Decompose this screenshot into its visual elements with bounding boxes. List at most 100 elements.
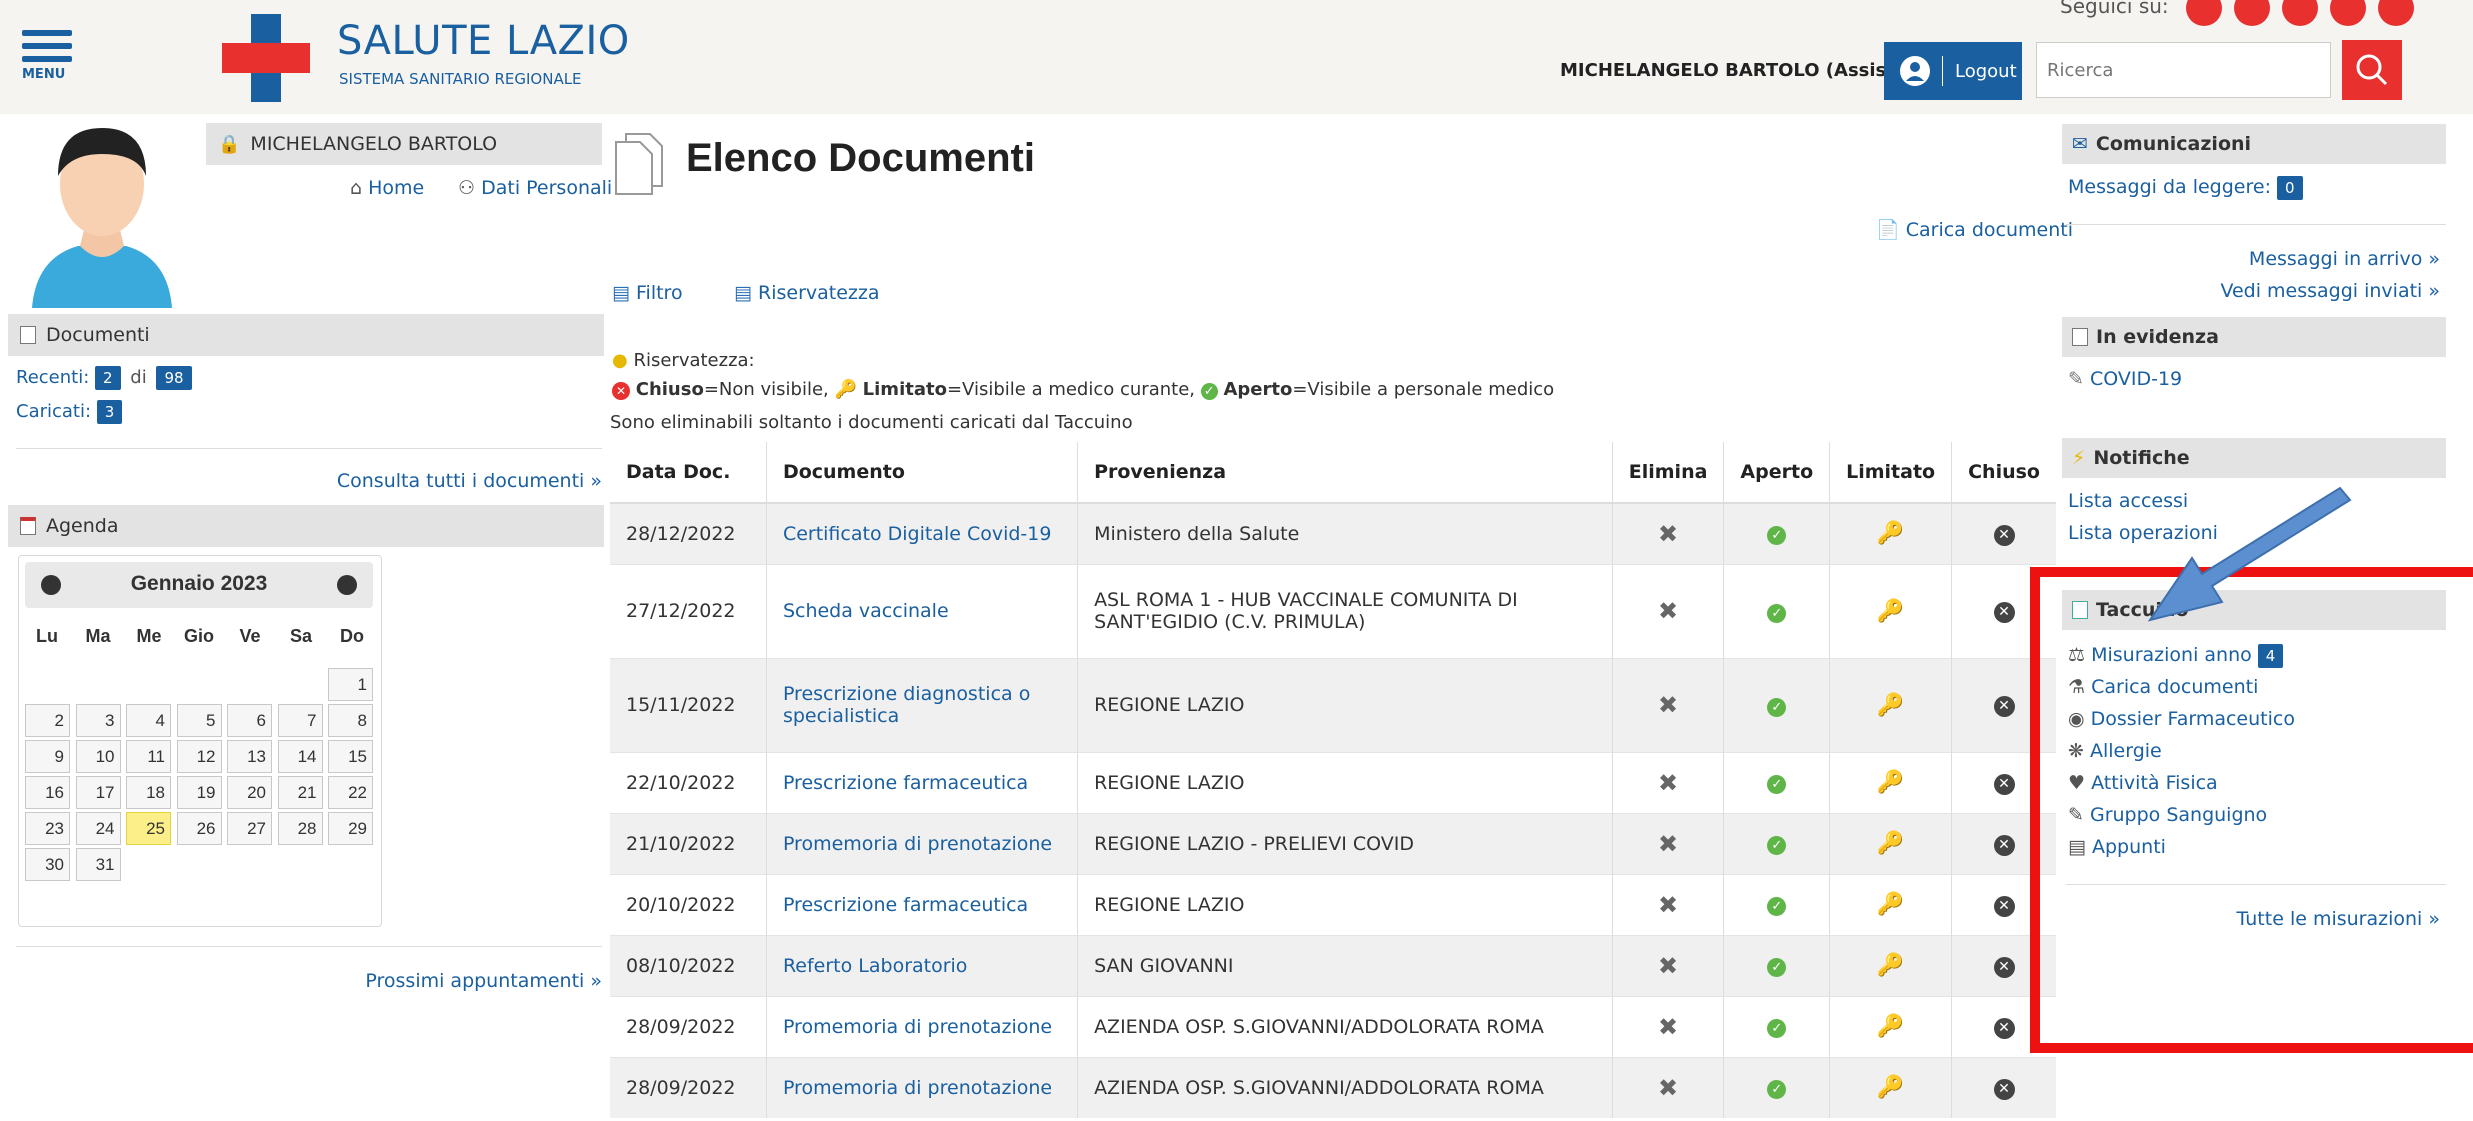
limited-key-icon[interactable]: 🔑: [1877, 521, 1904, 546]
youtube-icon[interactable]: [2378, 0, 2414, 26]
calendar-day[interactable]: 5: [176, 704, 222, 737]
closed-x-icon[interactable]: ✕: [1993, 524, 2015, 546]
closed-x-icon[interactable]: ✕: [1993, 602, 2015, 623]
calendar-day[interactable]: 6: [227, 704, 272, 737]
delete-icon[interactable]: ✖: [1658, 1074, 1678, 1102]
calendar-day[interactable]: 12: [176, 740, 222, 773]
open-check-icon[interactable]: ✓: [1767, 897, 1787, 916]
calendar-day[interactable]: 27: [227, 812, 272, 845]
calendar-day[interactable]: 19: [176, 776, 222, 809]
calendar-day[interactable]: 31: [75, 848, 121, 881]
calendar-day[interactable]: 28: [277, 812, 323, 845]
limited-key-icon[interactable]: 🔑: [1877, 892, 1904, 917]
delete-icon[interactable]: ✖: [1658, 520, 1678, 548]
closed-x-icon[interactable]: ✕: [1993, 834, 2015, 856]
calendar-day[interactable]: 20: [227, 776, 272, 809]
limited-key-icon[interactable]: 🔑: [1877, 953, 1904, 978]
calendar-day[interactable]: 30: [25, 848, 70, 881]
open-check-icon[interactable]: ✓: [1767, 526, 1787, 546]
facebook-icon[interactable]: [2186, 0, 2222, 26]
open-check-icon[interactable]: ✓: [1767, 1019, 1787, 1038]
unread-messages-row[interactable]: Messaggi da leggere: 0: [2068, 176, 2303, 200]
home-link[interactable]: ⌂ Home: [350, 177, 424, 199]
doc-title-link[interactable]: Promemoria di prenotazione: [766, 1056, 1079, 1118]
filter-link[interactable]: ▤ Filtro: [612, 282, 683, 304]
calendar-day[interactable]: 22: [328, 776, 373, 809]
sent-messages-link[interactable]: Vedi messaggi inviati »: [2066, 280, 2440, 302]
delete-icon[interactable]: ✖: [1658, 830, 1678, 858]
personal-data-link[interactable]: ⚇ Dati Personali: [458, 177, 612, 199]
doc-title-link[interactable]: Prescrizione farmaceutica: [766, 873, 1079, 935]
open-check-icon[interactable]: ✓: [1767, 958, 1787, 977]
covid-link[interactable]: ✎ COVID-19: [2068, 368, 2182, 390]
calendar-day[interactable]: 17: [75, 776, 121, 809]
doc-title-link[interactable]: Promemoria di prenotazione: [766, 812, 1079, 874]
calendar-day[interactable]: 11: [126, 740, 171, 773]
total-count-badge[interactable]: 98: [156, 366, 192, 390]
doc-title-link[interactable]: Scheda vaccinale: [766, 563, 1079, 658]
open-check-icon[interactable]: ✓: [1767, 1080, 1787, 1100]
closed-x-icon[interactable]: ✕: [1993, 696, 2015, 717]
menu-button[interactable]: MENU: [22, 30, 72, 82]
closed-x-icon[interactable]: ✕: [1993, 773, 2015, 795]
delete-icon[interactable]: ✖: [1658, 691, 1678, 719]
all-documents-link[interactable]: Consulta tutti i documenti »: [16, 470, 602, 492]
doc-title-link[interactable]: Prescrizione diagnostica o specialistica: [766, 657, 1079, 752]
search-button[interactable]: [2342, 40, 2402, 100]
calendar-day[interactable]: 9: [25, 740, 70, 773]
delete-icon[interactable]: ✖: [1658, 952, 1678, 980]
limited-key-icon[interactable]: 🔑: [1877, 1014, 1904, 1039]
column-header[interactable]: Provenienza: [1077, 442, 1613, 504]
instagram-icon[interactable]: [2330, 0, 2366, 26]
search-input[interactable]: [2036, 42, 2331, 98]
closed-x-icon[interactable]: ✕: [1993, 956, 2015, 978]
calendar-day[interactable]: 15: [328, 740, 373, 773]
recent-count-badge[interactable]: 2: [95, 366, 121, 390]
limited-key-icon[interactable]: 🔑: [1877, 1075, 1904, 1100]
upload-documents-link[interactable]: 📄 Carica documenti: [1876, 218, 2073, 241]
column-header[interactable]: Data Doc.: [610, 442, 767, 504]
googleplus-icon[interactable]: [2282, 0, 2318, 26]
logout-button[interactable]: Logout: [1884, 42, 2022, 100]
next-appointments-link[interactable]: Prossimi appuntamenti »: [16, 970, 602, 992]
delete-icon[interactable]: ✖: [1658, 597, 1678, 625]
calendar-day[interactable]: 7: [277, 704, 323, 737]
calendar-day[interactable]: 24: [75, 812, 121, 845]
twitter-icon[interactable]: [2234, 0, 2270, 26]
calendar-day-today[interactable]: 25: [126, 812, 171, 845]
delete-icon[interactable]: ✖: [1658, 1013, 1678, 1041]
delete-icon[interactable]: ✖: [1658, 891, 1678, 919]
calendar-day[interactable]: 8: [328, 704, 373, 737]
calendar-day[interactable]: 13: [227, 740, 272, 773]
calendar-day[interactable]: 21: [277, 776, 323, 809]
calendar-day[interactable]: 26: [176, 812, 222, 845]
user-display-name[interactable]: MICHELANGELO BARTOLO (Assistito): [1560, 60, 1930, 81]
calendar-day[interactable]: 23: [25, 812, 70, 845]
open-check-icon[interactable]: ✓: [1767, 697, 1787, 717]
doc-title-link[interactable]: Prescrizione farmaceutica: [766, 751, 1079, 813]
closed-x-icon[interactable]: ✕: [1993, 1017, 2015, 1039]
calendar-day[interactable]: 4: [126, 704, 171, 737]
limited-key-icon[interactable]: 🔑: [1877, 831, 1904, 856]
closed-x-icon[interactable]: ✕: [1993, 1078, 2015, 1100]
calendar-day[interactable]: 3: [75, 704, 121, 737]
loaded-count-badge[interactable]: 3: [96, 400, 123, 424]
limited-key-icon[interactable]: 🔑: [1877, 599, 1904, 624]
logo-cross-icon[interactable]: [222, 14, 310, 102]
delete-icon[interactable]: ✖: [1658, 769, 1678, 797]
open-check-icon[interactable]: ✓: [1767, 836, 1787, 855]
doc-title-link[interactable]: Referto Laboratorio: [766, 934, 1079, 996]
closed-x-icon[interactable]: ✕: [1993, 895, 2015, 917]
limited-key-icon[interactable]: 🔑: [1877, 693, 1904, 718]
calendar-day[interactable]: 16: [25, 776, 70, 809]
limited-key-icon[interactable]: 🔑: [1877, 770, 1904, 795]
doc-title-link[interactable]: Certificato Digitale Covid-19: [766, 502, 1079, 564]
logo-title[interactable]: SALUTE LAZIO: [337, 18, 630, 64]
calendar-day[interactable]: 14: [277, 740, 323, 773]
column-header[interactable]: Documento: [766, 442, 1079, 504]
calendar-day[interactable]: 29: [328, 812, 373, 845]
calendar-day[interactable]: 2: [25, 704, 70, 737]
calendar-day[interactable]: 10: [75, 740, 121, 773]
calendar-day[interactable]: 1: [328, 668, 373, 701]
doc-title-link[interactable]: Promemoria di prenotazione: [766, 995, 1079, 1057]
